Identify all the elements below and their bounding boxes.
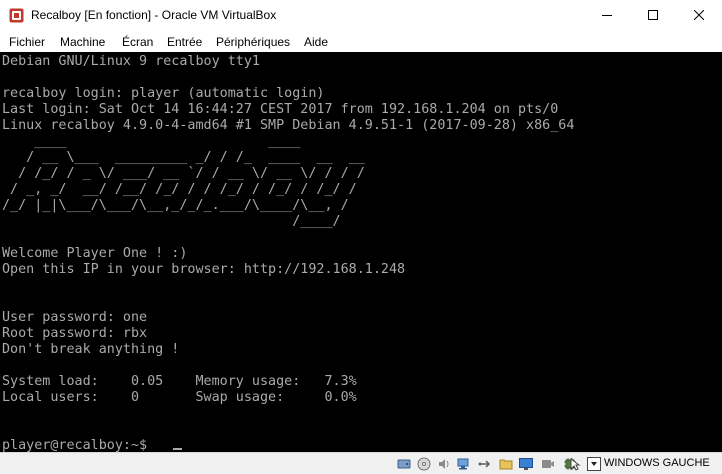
menu-machine[interactable]: Machine <box>60 35 105 49</box>
vm-console-screen[interactable]: Debian GNU/Linux 9 recalboy tty1 recalbo… <box>0 52 722 452</box>
window-title: Recalboy [En fonction] - Oracle VM Virtu… <box>31 8 277 22</box>
text-cursor <box>173 448 182 450</box>
menu-fichier[interactable]: Fichier <box>9 35 45 49</box>
minimize-icon <box>602 15 612 16</box>
menu-ecran[interactable]: Écran <box>122 35 153 49</box>
menu-peripheriques[interactable]: Périphériques <box>216 35 290 49</box>
title-bar[interactable]: Recalboy [En fonction] - Oracle VM Virtu… <box>0 0 722 31</box>
virtualbox-app-icon <box>9 8 24 23</box>
optical-drive-icon[interactable] <box>416 456 432 472</box>
maximize-icon <box>648 10 658 20</box>
minimize-button[interactable] <box>584 0 630 31</box>
menu-aide[interactable]: Aide <box>304 35 328 49</box>
menu-entree[interactable]: Entrée <box>167 35 202 49</box>
host-key-label: WINDOWS GAUCHE <box>604 457 710 469</box>
video-capture-icon[interactable] <box>540 456 556 472</box>
maximize-button[interactable] <box>630 0 676 31</box>
console-output: Debian GNU/Linux 9 recalboy tty1 recalbo… <box>2 54 575 452</box>
shared-folders-icon[interactable] <box>498 456 514 472</box>
network-icon[interactable] <box>456 456 472 472</box>
menu-bar: Fichier Machine Écran Entrée Périphériqu… <box>0 31 722 52</box>
close-button[interactable] <box>676 0 722 31</box>
hard-disk-icon[interactable] <box>396 456 412 472</box>
close-icon <box>694 10 704 20</box>
audio-icon[interactable] <box>436 456 452 472</box>
mouse-integration-icon[interactable] <box>566 456 582 472</box>
usb-icon[interactable] <box>476 456 492 472</box>
status-bar: WINDOWS GAUCHE <box>0 452 722 474</box>
host-key-arrow-icon <box>587 457 601 471</box>
display-icon[interactable] <box>518 456 534 472</box>
